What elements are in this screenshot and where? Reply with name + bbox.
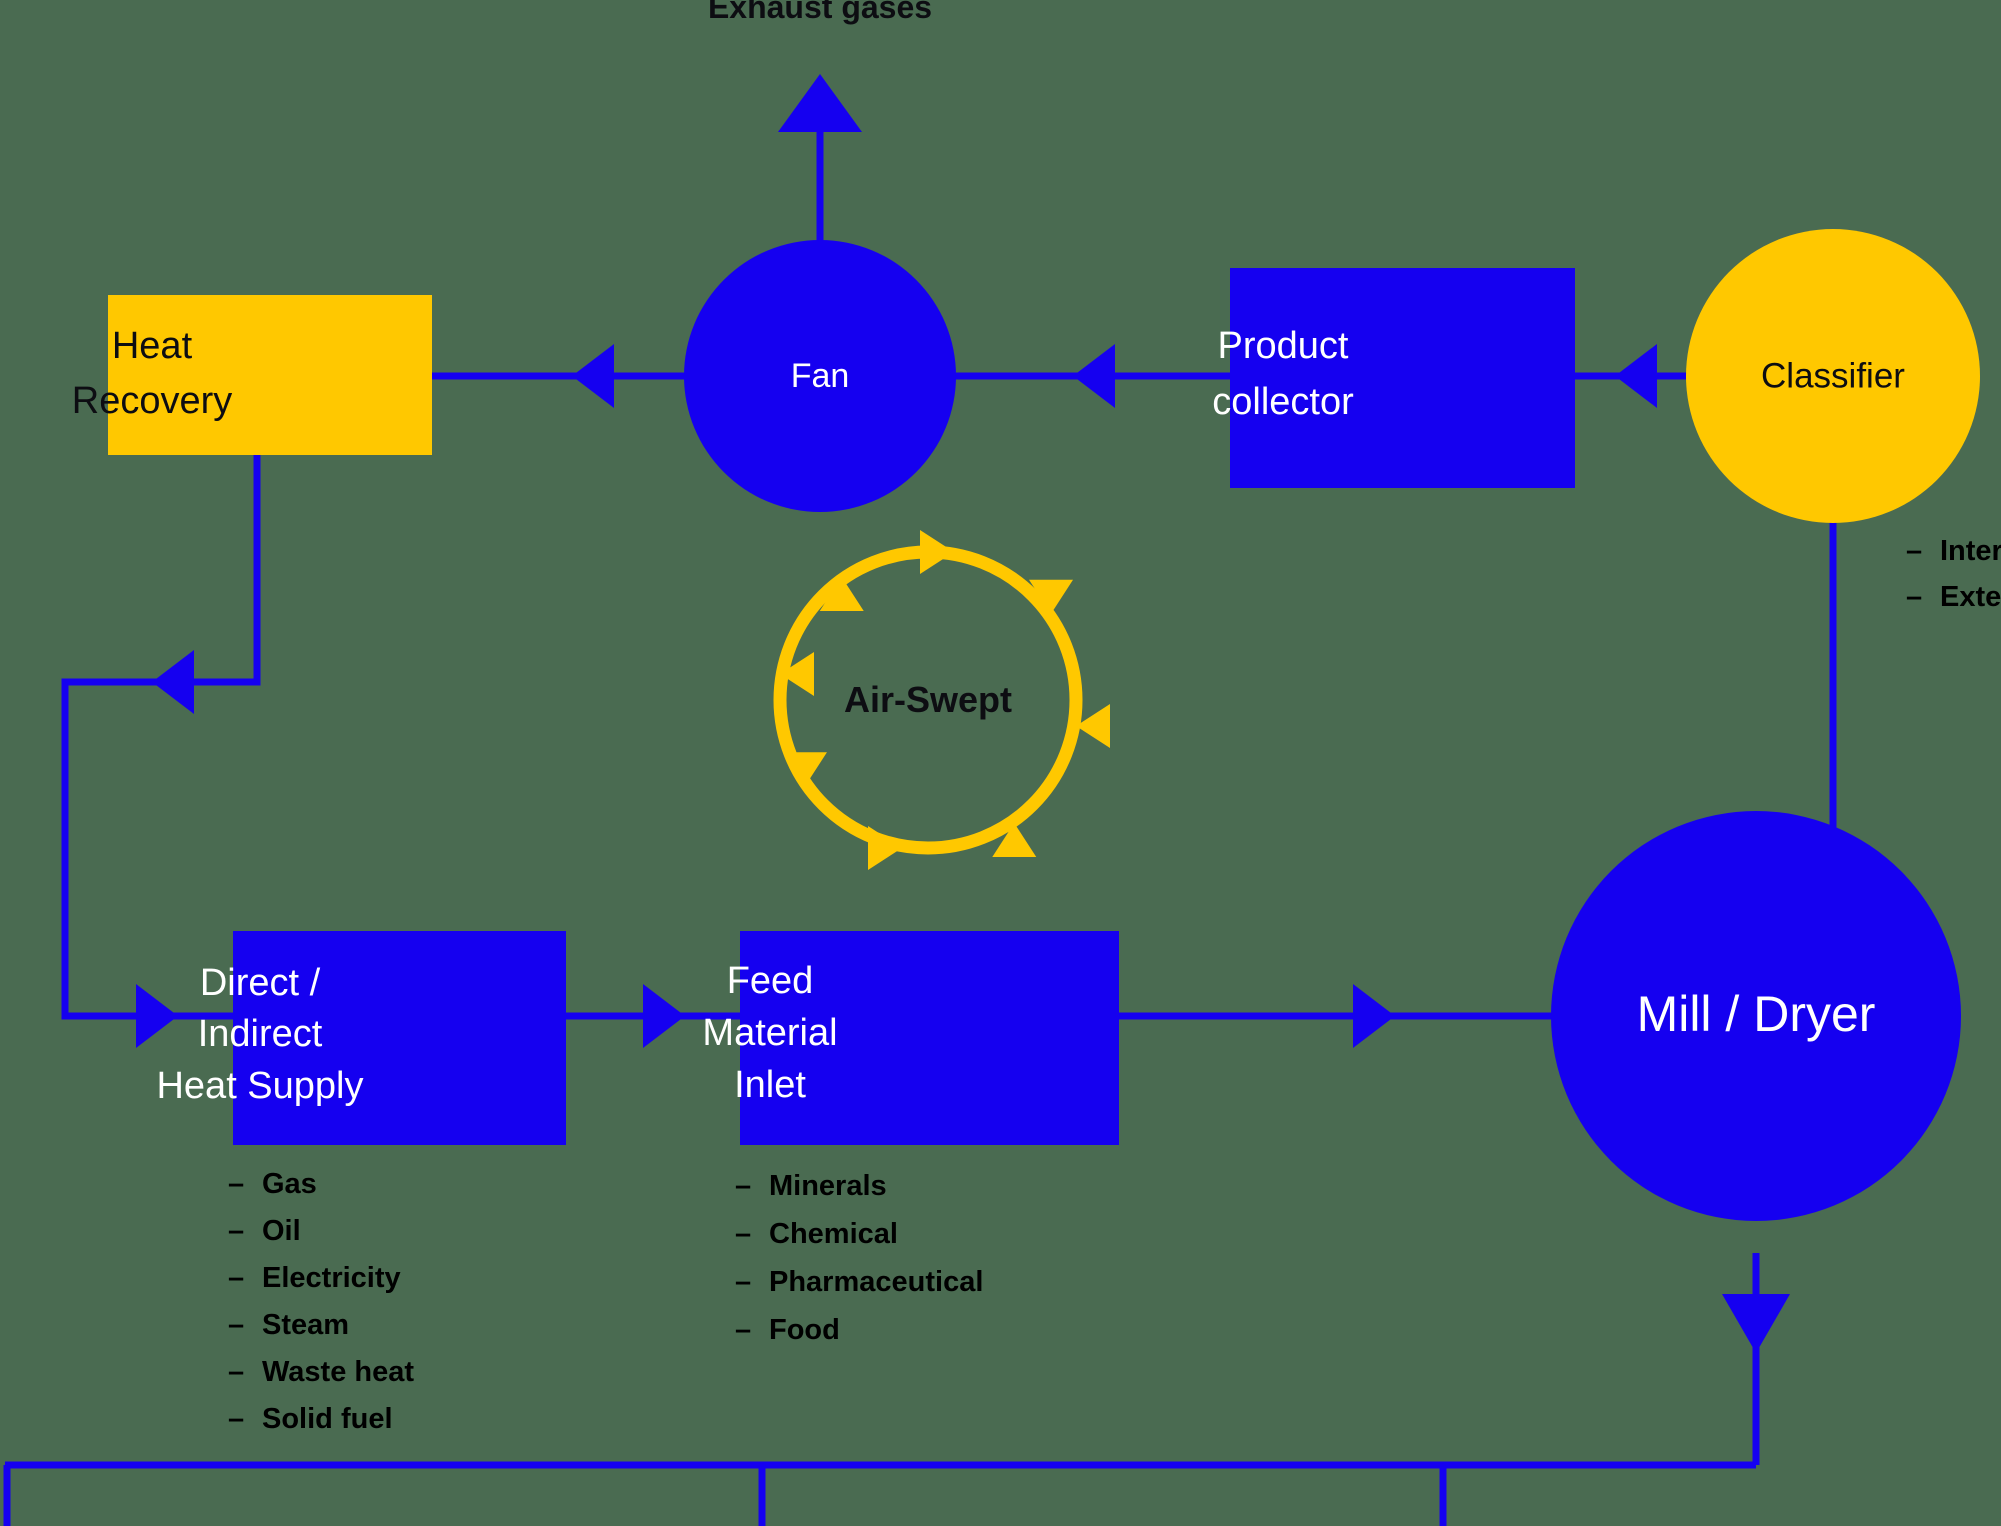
mill-dryer-label: Mill / Dryer xyxy=(1637,986,1876,1042)
arrow-to-collector xyxy=(1615,344,1657,408)
node-product-collector[interactable]: Product collector xyxy=(1212,268,1575,488)
bullet-dash: – xyxy=(228,1403,245,1435)
air-swept-arrow-1 xyxy=(920,530,954,574)
list-item-label: External xyxy=(1940,581,2001,613)
list-item: – External xyxy=(1906,581,2001,627)
feed-inlet-label-line3: Inlet xyxy=(734,1064,806,1106)
bullet-dash: – xyxy=(228,1262,245,1294)
arrow-heat-loop-right xyxy=(136,984,178,1048)
list-item-label: Minerals xyxy=(769,1170,887,1202)
air-swept-arrow-6 xyxy=(782,752,827,787)
list-item: – Pharmaceutical xyxy=(735,1266,983,1314)
process-flow-diagram: Heat Recovery Fan Product collector Clas… xyxy=(0,0,2001,1526)
list-item: – Oil xyxy=(228,1215,414,1262)
product-collector-label-line1: Product xyxy=(1218,325,1349,367)
feed-inlet-label-line2: Material xyxy=(702,1012,837,1054)
list-item-label: Waste heat xyxy=(262,1356,415,1388)
connector-heat-recovery-loop xyxy=(61,455,261,1020)
node-fan[interactable]: Fan xyxy=(684,240,956,512)
node-air-swept: Air-Swept xyxy=(773,530,1110,870)
list-item-label: Oil xyxy=(262,1215,301,1247)
classifier-label: Classifier xyxy=(1761,356,1905,395)
arrow-to-heat-recovery xyxy=(572,344,614,408)
bullet-dash: – xyxy=(1906,535,1923,567)
bullet-dash: – xyxy=(228,1309,245,1341)
list-item-label: Pharmaceutical xyxy=(769,1266,984,1298)
list-item-label: Steam xyxy=(262,1309,350,1341)
list-item: – Waste heat xyxy=(228,1356,414,1403)
arrow-heat-loop-left xyxy=(152,650,194,714)
bullet-dash: – xyxy=(735,1170,752,1202)
arrow-mill-down xyxy=(1722,1294,1790,1353)
list-item-label: Chemical xyxy=(769,1218,898,1250)
bullet-dash: – xyxy=(228,1168,245,1200)
bullet-dash: – xyxy=(228,1215,245,1247)
arrow-exhaust-up xyxy=(778,74,862,132)
heat-supply-label-line1: Direct / xyxy=(200,962,321,1004)
bullet-dash: – xyxy=(735,1314,752,1346)
list-item-label: Solid fuel xyxy=(262,1403,393,1435)
heat-supply-label-line2: Indirect xyxy=(198,1013,323,1055)
product-collector-label-line2: collector xyxy=(1212,381,1354,423)
heat-recovery-box[interactable] xyxy=(108,295,432,455)
node-heat-recovery[interactable]: Heat Recovery xyxy=(72,295,432,455)
fan-label: Fan xyxy=(791,357,850,395)
heat-recovery-label-line2: Recovery xyxy=(72,380,233,422)
bullet-dash: – xyxy=(735,1218,752,1250)
heat-supply-options-list: – Gas – Oil – Electricity – Steam – Wast… xyxy=(228,1168,414,1450)
arrow-feed-to-mill xyxy=(1353,984,1395,1048)
list-item-label: Electricity xyxy=(262,1262,401,1294)
arrow-to-fan xyxy=(1073,344,1115,408)
node-classifier[interactable]: Classifier xyxy=(1686,229,1980,523)
bullet-dash: – xyxy=(228,1356,245,1388)
list-item: – Food xyxy=(735,1314,983,1362)
list-item: – Chemical xyxy=(735,1218,983,1266)
list-item-label: Internal xyxy=(1940,535,2001,567)
list-item-label: Food xyxy=(769,1314,840,1346)
list-item: – Electricity xyxy=(228,1262,414,1309)
list-item: – Steam xyxy=(228,1309,414,1356)
air-swept-label: Air-Swept xyxy=(844,679,1012,720)
product-collector-box[interactable] xyxy=(1230,268,1575,488)
bullet-dash: – xyxy=(1906,581,1923,613)
bullet-dash: – xyxy=(735,1266,752,1298)
node-feed-inlet[interactable]: Feed Material Inlet xyxy=(702,931,1119,1145)
arrow-heatsupply-to-feed xyxy=(643,984,685,1048)
heat-recovery-label-line1: Heat xyxy=(112,325,193,367)
list-item: – Gas xyxy=(228,1168,414,1215)
list-item-label: Gas xyxy=(262,1168,317,1200)
exhaust-gases-label: Exhaust gases xyxy=(708,0,932,25)
heat-supply-label-line3: Heat Supply xyxy=(156,1065,363,1107)
node-mill-dryer[interactable]: Mill / Dryer xyxy=(1551,811,1961,1221)
list-item: – Internal xyxy=(1906,535,2001,581)
node-heat-supply[interactable]: Direct / Indirect Heat Supply xyxy=(156,931,566,1145)
list-item: – Solid fuel xyxy=(228,1403,414,1450)
feed-inlet-label-line1: Feed xyxy=(727,960,814,1002)
feed-material-options-list: – Minerals – Chemical – Pharmaceutical –… xyxy=(735,1170,983,1362)
air-swept-arrow-5 xyxy=(868,826,902,870)
classifier-options-list: – Internal – External xyxy=(1906,535,2001,627)
list-item: – Minerals xyxy=(735,1170,983,1218)
